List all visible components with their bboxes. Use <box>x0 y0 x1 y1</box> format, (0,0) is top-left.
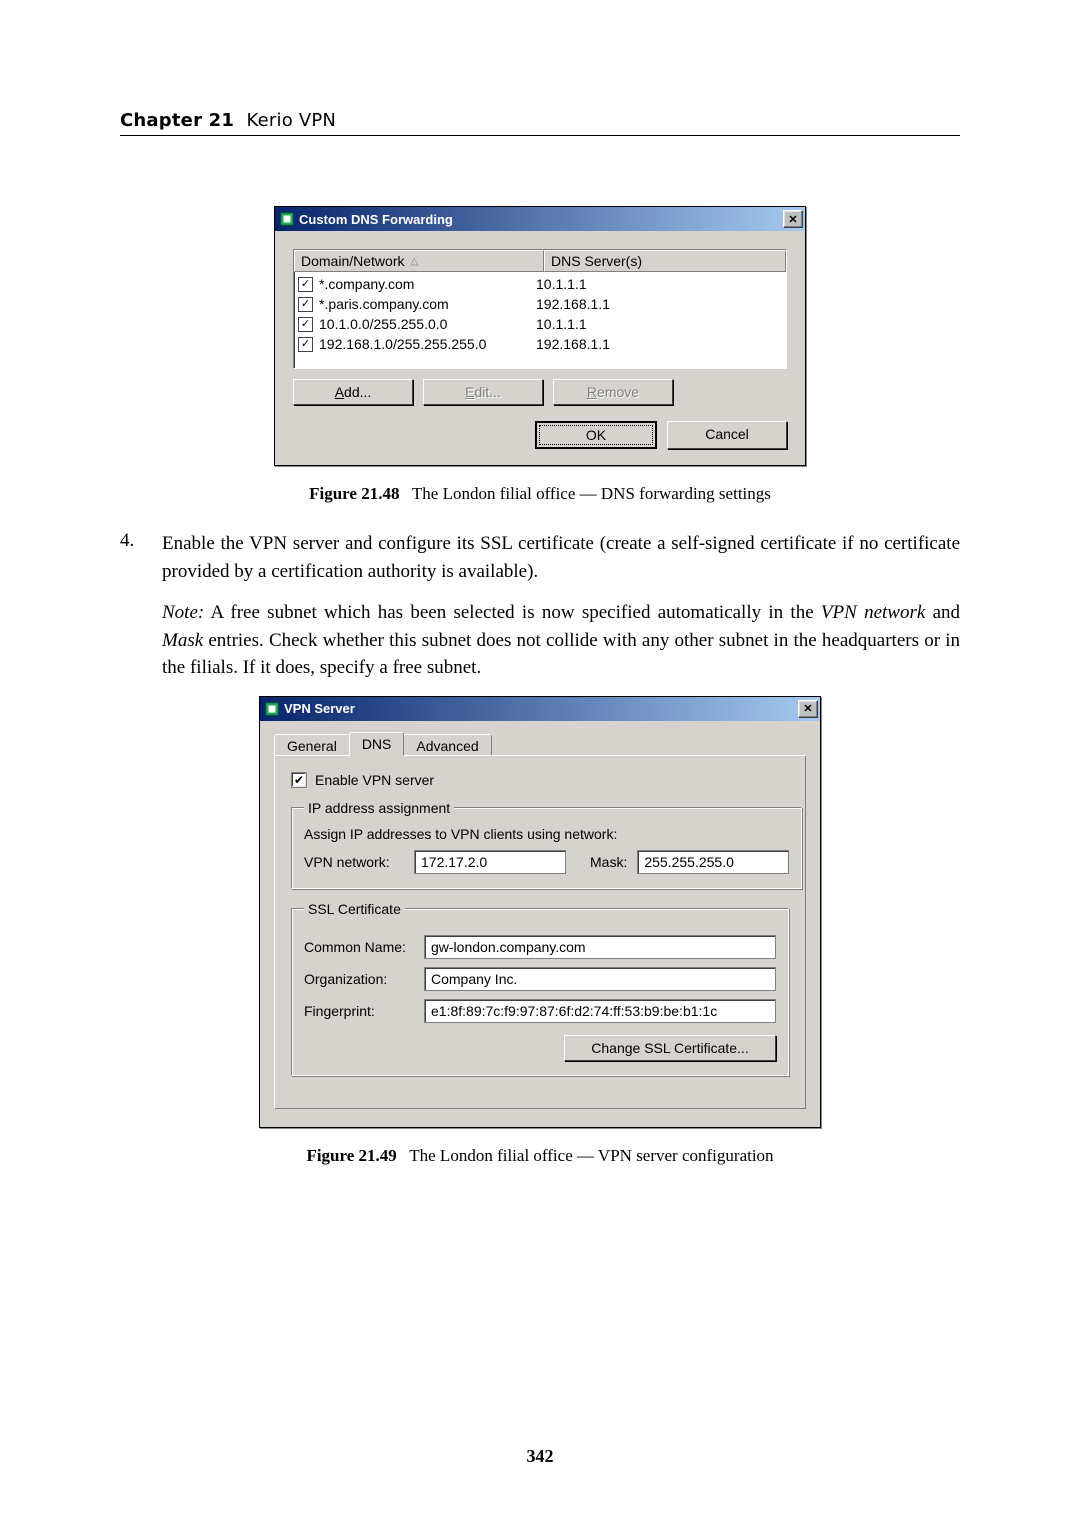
row-server: 10.1.1.1 <box>536 316 782 332</box>
row-domain: 192.168.1.0/255.255.255.0 <box>319 336 486 352</box>
remove-button[interactable]: Remove <box>553 379 673 405</box>
figure-caption: Figure 21.49 The London filial office — … <box>120 1146 960 1166</box>
figure-label: Figure 21.48 <box>309 484 399 503</box>
vpn-network-input[interactable]: 172.17.2.0 <box>414 850 566 874</box>
checkbox-icon[interactable]: ✓ <box>298 277 313 292</box>
row-domain: 10.1.0.0/255.255.0.0 <box>319 316 447 332</box>
dialog-title: Custom DNS Forwarding <box>299 212 783 227</box>
col-header-domain-label: Domain/Network <box>301 253 404 269</box>
vpn-network-label: VPN network: <box>304 854 404 870</box>
list-item[interactable]: ✓ *.paris.company.com 192.168.1.1 <box>294 294 786 314</box>
add-button[interactable]: Add... <box>293 379 413 405</box>
row-server: 10.1.1.1 <box>536 276 782 292</box>
enable-vpn-label: Enable VPN server <box>315 772 434 788</box>
titlebar[interactable]: Custom DNS Forwarding ✕ <box>275 207 805 231</box>
list-item-4: 4. Enable the VPN server and configure i… <box>120 530 960 682</box>
checkbox-icon[interactable]: ✓ <box>298 297 313 312</box>
row-server: 192.168.1.1 <box>536 336 782 352</box>
assign-label: Assign IP addresses to VPN clients using… <box>304 826 789 842</box>
figure-text: The London filial office — DNS forwardin… <box>412 484 771 503</box>
checkbox-icon[interactable]: ✓ <box>298 337 313 352</box>
figure-text: The London filial office — VPN server co… <box>409 1146 773 1165</box>
page-number: 342 <box>0 1446 1080 1467</box>
ip-assignment-legend: IP address assignment <box>304 800 454 816</box>
ok-button[interactable]: OK <box>535 421 657 449</box>
ssl-cert-group: SSL Certificate Common Name: gw-london.c… <box>291 901 789 1076</box>
list-header: Domain/Network △ DNS Server(s) <box>294 250 786 272</box>
close-icon[interactable]: ✕ <box>798 700 818 718</box>
cancel-button[interactable]: Cancel <box>667 421 787 449</box>
note-paragraph: Note: A free subnet which has been selec… <box>162 599 960 682</box>
fingerprint-field: e1:8f:89:7c:f9:97:87:6f:d2:74:ff:53:b9:b… <box>424 999 776 1023</box>
common-name-field: gw-london.company.com <box>424 935 776 959</box>
list-item[interactable]: ✓ *.company.com 10.1.1.1 <box>294 274 786 294</box>
chapter-header: Chapter 21 Kerio VPN <box>120 110 960 136</box>
col-header-servers[interactable]: DNS Server(s) <box>544 250 786 272</box>
close-icon[interactable]: ✕ <box>783 210 803 228</box>
note-label: Note: <box>162 602 204 623</box>
tab-dns[interactable]: DNS <box>349 732 405 756</box>
figure-caption: Figure 21.48 The London filial office — … <box>120 484 960 504</box>
chapter-label: Chapter 21 <box>120 110 234 131</box>
tab-panel: ✔ Enable VPN server IP address assignmen… <box>274 755 806 1109</box>
list-item[interactable]: ✓ 10.1.0.0/255.255.0.0 10.1.1.1 <box>294 314 786 334</box>
app-icon <box>279 211 295 227</box>
chapter-title: Kerio VPN <box>247 110 337 131</box>
checkbox-icon[interactable]: ✓ <box>298 317 313 332</box>
row-domain: *.paris.company.com <box>319 296 449 312</box>
dialog-title: VPN Server <box>284 701 798 716</box>
dns-forwarding-dialog: Custom DNS Forwarding ✕ Domain/Network △… <box>274 206 806 466</box>
enable-vpn-checkbox[interactable]: ✔ <box>291 772 307 788</box>
figure-label: Figure 21.49 <box>306 1146 396 1165</box>
list-item[interactable]: ✓ 192.168.1.0/255.255.255.0 192.168.1.1 <box>294 334 786 354</box>
vpn-server-dialog: VPN Server ✕ General DNS Advanced ✔ Enab… <box>259 696 821 1128</box>
tabs: General DNS Advanced <box>274 732 806 756</box>
col-header-servers-label: DNS Server(s) <box>551 253 642 269</box>
organization-label: Organization: <box>304 971 414 987</box>
list-number: 4. <box>120 530 146 682</box>
paragraph: Enable the VPN server and configure its … <box>162 530 960 585</box>
app-icon <box>264 701 280 717</box>
sort-asc-icon: △ <box>410 256 418 267</box>
mask-label: Mask: <box>590 854 627 870</box>
edit-button[interactable]: Edit... <box>423 379 543 405</box>
fingerprint-label: Fingerprint: <box>304 1003 414 1019</box>
change-ssl-button[interactable]: Change SSL Certificate... <box>564 1035 776 1061</box>
organization-field: Company Inc. <box>424 967 776 991</box>
dns-list[interactable]: Domain/Network △ DNS Server(s) ✓ *.compan… <box>293 249 787 369</box>
row-domain: *.company.com <box>319 276 414 292</box>
common-name-label: Common Name: <box>304 939 414 955</box>
mask-input[interactable]: 255.255.255.0 <box>637 850 789 874</box>
ip-assignment-group: IP address assignment Assign IP addresse… <box>291 800 802 889</box>
titlebar[interactable]: VPN Server ✕ <box>260 697 820 721</box>
col-header-domain[interactable]: Domain/Network △ <box>294 250 544 272</box>
ssl-cert-legend: SSL Certificate <box>304 901 405 917</box>
row-server: 192.168.1.1 <box>536 296 782 312</box>
